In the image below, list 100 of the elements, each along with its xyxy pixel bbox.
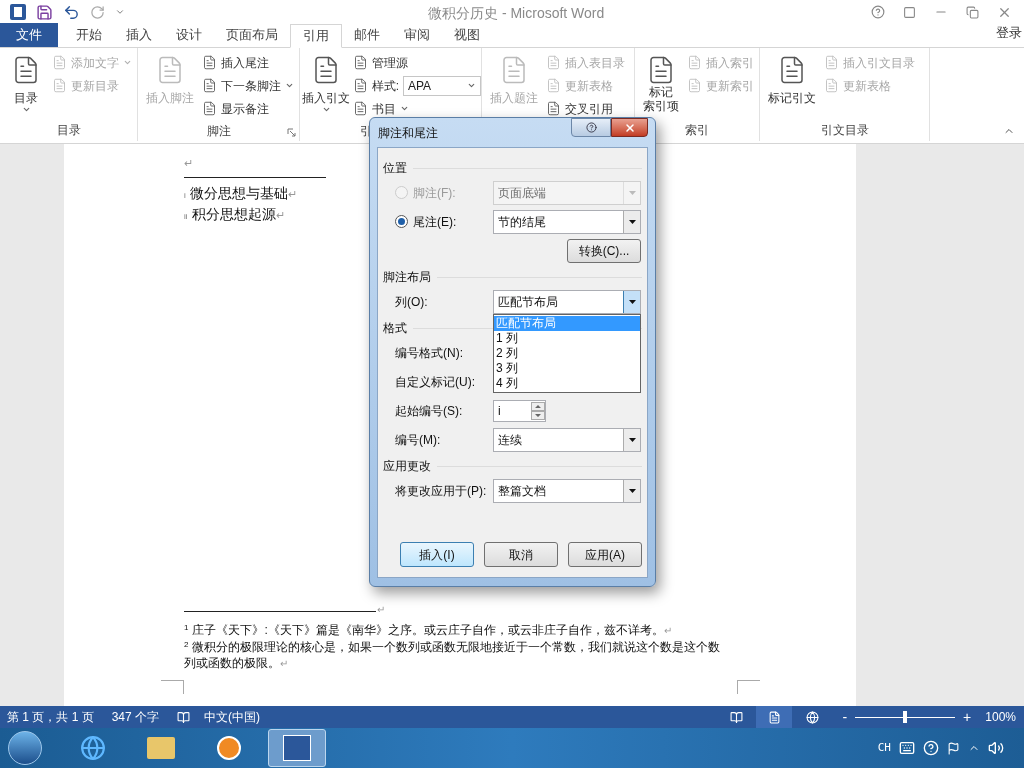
- field-label: 列(O):: [394, 293, 429, 311]
- ribbon-small-button[interactable]: 显示备注: [202, 97, 294, 120]
- restore-icon[interactable]: [966, 5, 979, 19]
- sign-in-link[interactable]: 登录: [996, 22, 1022, 42]
- dropdown-option[interactable]: 4 列: [494, 375, 640, 391]
- dropdown-option[interactable]: 3 列: [494, 360, 640, 376]
- document-icon: [202, 55, 217, 70]
- ribbon-tab[interactable]: 引用: [290, 24, 342, 48]
- paragraph-mark: ↵: [275, 209, 285, 223]
- taskbar-app[interactable]: [268, 729, 326, 767]
- group-label: 引: [360, 122, 372, 140]
- save-icon[interactable]: [36, 3, 53, 21]
- radio-button[interactable]: [395, 215, 408, 228]
- dialog-button[interactable]: 应用(A): [568, 542, 642, 567]
- view-button[interactable]: [756, 706, 793, 728]
- flag-icon[interactable]: [947, 741, 960, 755]
- page-count[interactable]: 第 1 页，共 1 页: [7, 708, 94, 726]
- document-icon: [202, 78, 217, 93]
- dialog-title: 脚注和尾注: [377, 124, 438, 142]
- endnote-mark: i: [184, 190, 186, 202]
- group-label: 脚注: [206, 122, 231, 140]
- document-icon: [687, 55, 702, 70]
- file-tab[interactable]: 文件: [0, 23, 58, 47]
- dropdown-option[interactable]: 1 列: [494, 330, 640, 346]
- print-layout-icon: [767, 710, 781, 724]
- field-label: 自定义标记(U):: [394, 373, 476, 391]
- zoom-slider-thumb[interactable]: [903, 711, 908, 723]
- window-title: 微积分历史 - Microsoft Word: [428, 4, 605, 23]
- zoom-out-button[interactable]: -: [842, 706, 848, 728]
- zoom-level[interactable]: 100%: [985, 708, 1016, 726]
- volume-icon[interactable]: [988, 740, 1004, 756]
- paragraph-mark: ↵: [184, 156, 193, 170]
- spinner-arrows-icon[interactable]: [531, 401, 545, 420]
- dropdown-field[interactable]: 整篇文档: [493, 478, 641, 503]
- ribbon-large-button[interactable]: 目录: [4, 51, 48, 119]
- dropdown-field[interactable]: 连续: [493, 427, 641, 452]
- ribbon-tab[interactable]: 开始: [64, 23, 114, 47]
- input-language[interactable]: CH: [877, 739, 891, 757]
- ribbon-small-button[interactable]: 交叉引用: [546, 97, 625, 120]
- endnote-text: 微分思想与基础: [189, 184, 288, 202]
- ribbon-tab[interactable]: 页面布局: [214, 23, 290, 47]
- endnote-mark: ii: [184, 211, 188, 223]
- language-status[interactable]: 中文(中国): [204, 708, 261, 726]
- ribbon-large-button[interactable]: 标记 索引项: [639, 51, 683, 119]
- ribbon-small-button[interactable]: 插入尾注: [202, 51, 294, 74]
- group-label: 引文目录: [820, 122, 869, 139]
- document-icon: [824, 55, 839, 70]
- ribbon-tab[interactable]: 审阅: [392, 23, 442, 47]
- browser-icon: [80, 735, 106, 761]
- keyboard-icon[interactable]: [899, 740, 915, 756]
- group-label: 目录: [56, 122, 81, 139]
- document-icon: [202, 101, 217, 116]
- ribbon-tab[interactable]: 视图: [442, 23, 492, 47]
- style-label: 样式:: [371, 77, 399, 95]
- margin-corner-mark: [161, 680, 184, 694]
- section-heading: 格式: [383, 320, 407, 337]
- endnote-text: 积分思想起源: [191, 205, 276, 223]
- help-icon[interactable]: [871, 5, 885, 19]
- radio-label: 脚注(F):: [413, 184, 456, 202]
- footnote-text: $^{1}$ 庄子《天下》:《天下》篇是《南华》之序。或云庄子自作，或云非庄子自作，兹不详考。↵: [184, 622, 673, 639]
- proofing-icon[interactable]: [177, 710, 191, 724]
- ribbon-large-button[interactable]: 插入引文: [304, 51, 349, 120]
- read-mode-icon: [729, 710, 743, 724]
- radio-label: 尾注(E):: [413, 213, 457, 231]
- spinner-field[interactable]: i: [493, 399, 546, 422]
- style-combo[interactable]: APA: [403, 75, 481, 96]
- style-icon: [352, 78, 368, 93]
- zoom-in-button[interactable]: +: [963, 706, 972, 728]
- customize-icon[interactable]: [115, 7, 125, 17]
- help-button[interactable]: [571, 118, 611, 137]
- dialog-launcher-icon[interactable]: [287, 128, 296, 137]
- dropdown-field[interactable]: 匹配节布局: [493, 289, 641, 314]
- close-button[interactable]: [611, 118, 648, 137]
- section-heading: 应用更改: [383, 458, 431, 475]
- undo-icon[interactable]: [63, 3, 80, 21]
- section-heading: 位置: [383, 160, 407, 177]
- ribbon-options-icon[interactable]: [903, 5, 916, 19]
- document-icon: [352, 55, 368, 70]
- document-icon: [824, 78, 839, 93]
- word-count[interactable]: 347 个字: [111, 708, 160, 726]
- start-button[interactable]: [8, 731, 42, 765]
- close-icon: [623, 121, 636, 134]
- ribbon-small-button[interactable]: 下一条脚注: [202, 74, 294, 97]
- dropdown-field[interactable]: 节的结尾: [493, 209, 641, 234]
- field-label: 起始编号(S):: [394, 402, 464, 420]
- dialog-button[interactable]: 插入(I): [400, 542, 474, 567]
- ribbon-small-button[interactable]: 书目: [352, 97, 481, 120]
- ribbon-tab[interactable]: 插入: [114, 23, 164, 47]
- dropdown-option[interactable]: 2 列: [494, 345, 640, 361]
- ribbon-tab[interactable]: 设计: [164, 23, 214, 47]
- paragraph-mark: ↵: [377, 604, 385, 616]
- document-icon: [546, 78, 561, 93]
- document-icon: [546, 55, 561, 70]
- dialog-button[interactable]: 取消: [484, 542, 558, 567]
- ribbon-large-button[interactable]: 标记引文: [764, 51, 820, 119]
- paragraph-mark: ↵: [287, 188, 297, 202]
- web-layout-icon: [805, 710, 819, 724]
- ribbon-tab[interactable]: 邮件: [342, 23, 392, 47]
- convert-button[interactable]: 转换(C)...: [567, 238, 641, 263]
- ribbon-small-button[interactable]: 管理源: [352, 51, 481, 74]
